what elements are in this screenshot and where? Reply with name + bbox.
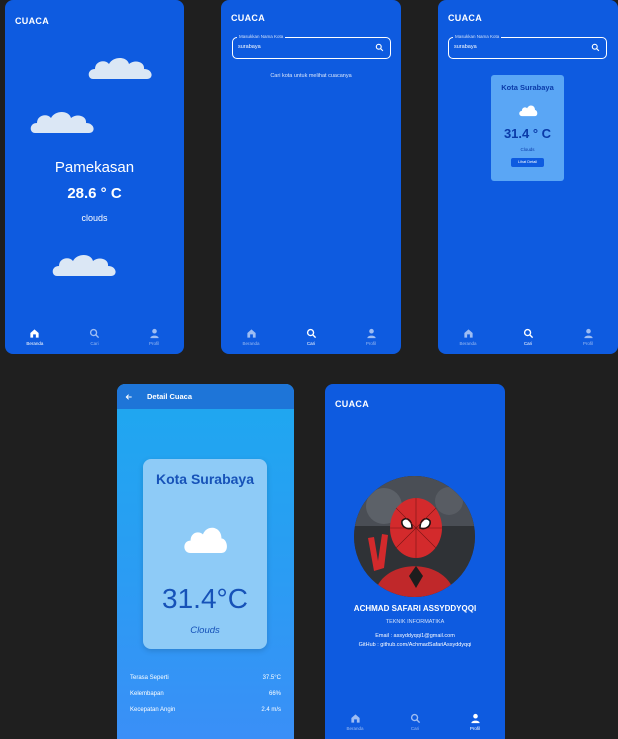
search-icon [306,328,316,339]
detail-title: Detail Cuaca [147,392,193,401]
nav-profile-label: Profil [149,341,160,346]
bottom-nav: Beranda Cari Profil [325,709,505,739]
nav-search[interactable]: Cari [395,709,435,731]
search-field-label: Masukkan Nama Kota [453,34,502,40]
person-icon [366,328,376,339]
cloud-icon [184,527,227,553]
nav-search[interactable]: Cari [74,324,114,346]
back-arrow-icon[interactable] [125,393,133,401]
nav-search-label: Cari [90,341,99,346]
nav-profile[interactable]: Profil [351,324,391,346]
home-screen: CUACA Pamekasan 28.6 ° C clouds Beranda … [5,0,184,354]
weather-result-card[interactable]: Kota Surabaya 31.4 ° C Clouds Lihat Deta… [491,75,564,181]
home-icon [30,329,39,338]
info-label: Kecepatan Angin [130,707,176,713]
detail-screen: Detail Cuaca Kota Surabaya 31.4°C Clouds… [117,384,294,739]
result-temperature: 31.4 ° C [503,126,552,141]
home-icon [246,329,256,338]
nav-profile[interactable]: Profil [134,324,174,346]
info-label: Terasa Seperti [130,675,169,681]
detail-weather-card: Kota Surabaya 31.4°C Clouds [143,459,267,649]
nav-profile-label: Profil [365,341,377,346]
profile-major: TEKNIK INFORMATIKA [385,619,445,625]
info-label: Kelembapan [130,691,164,697]
app-title: CUACA [335,399,369,409]
home-description: clouds [81,213,108,223]
nav-home[interactable]: Beranda [231,324,271,346]
detail-info-list: Terasa Seperti 37.5°C Kelembapan 66% Kec… [130,675,281,723]
profile-name: ACHMAD SAFARI ASSYDDYQQI [353,604,477,613]
profile-email: Email : assyddyqqi1@gmail.com [375,633,455,639]
nav-profile[interactable]: Profil [568,324,608,346]
search-icon [89,328,100,339]
detail-app-bar: Detail Cuaca [117,384,294,409]
nav-home-label: Beranda [346,726,364,731]
search-input-value[interactable]: surabaya [454,44,477,50]
info-row-feels-like: Terasa Seperti 37.5°C [130,675,281,691]
nav-home-label: Beranda [26,341,44,346]
info-value: 66% [268,691,281,697]
nav-search-label: Cari [306,341,316,346]
info-value: 37.5°C [262,675,281,681]
search-icon [410,713,420,724]
bottom-nav: Beranda Cari Profil [5,324,184,354]
nav-search-label: Cari [523,341,533,346]
detail-city: Kota Surabaya [155,471,255,487]
search-result-screen: CUACA Masukkan Nama Kota surabaya Kota S… [438,0,618,354]
cloud-icon [88,58,152,79]
search-screen: CUACA Masukkan Nama Kota surabaya Cari k… [221,0,401,354]
result-description: Clouds [520,147,535,152]
avatar [354,476,475,597]
profile-github[interactable]: GitHub : github.com/AchmadSafariAssyddyq… [325,642,505,648]
info-value: 2.4 m/s [261,707,281,713]
nav-search[interactable]: Cari [291,324,331,346]
bottom-nav: Beranda Cari Profil [438,324,618,354]
result-city: Kota Surabaya [501,83,554,92]
home-city: Pamekasan [54,159,135,176]
nav-home-label: Beranda [459,341,477,346]
detail-description: Clouds [190,625,220,636]
search-icon [523,328,533,339]
nav-profile[interactable]: Profil [455,709,495,731]
nav-home[interactable]: Beranda [448,324,488,346]
view-detail-button[interactable]: Lihat Detail [511,158,544,167]
bottom-nav: Beranda Cari Profil [221,324,401,354]
cloud-icon [519,105,538,117]
cloud-icon [30,112,94,133]
nav-home-label: Beranda [242,341,260,346]
city-search-field[interactable]: Masukkan Nama Kota surabaya [448,34,607,59]
home-icon [350,714,360,723]
person-icon [583,328,593,339]
app-title: CUACA [15,16,49,26]
nav-search-label: Cari [410,726,420,731]
person-icon [150,328,159,339]
nav-home[interactable]: Beranda [15,324,55,346]
detail-temperature: 31.4°C [162,583,248,614]
app-title: CUACA [231,13,265,23]
nav-profile-label: Profil [582,341,594,346]
nav-home[interactable]: Beranda [335,709,375,731]
search-field-label: Masukkan Nama Kota [237,34,286,40]
search-icon[interactable] [375,43,384,52]
nav-profile-label: Profil [469,726,481,731]
app-title: CUACA [448,13,482,23]
profile-screen: CUACA ACHMAD SAFARI ASSYDDYQQI TEKNIK IN… [325,384,505,739]
search-input-value[interactable]: surabaya [238,44,261,50]
avatar-image [354,476,475,597]
cloud-icon [52,255,116,276]
search-icon[interactable] [591,43,600,52]
info-row-wind-speed: Kecepatan Angin 2.4 m/s [130,707,281,723]
home-temperature: 28.6 ° C [67,185,122,202]
info-row-humidity: Kelembapan 66% [130,691,281,707]
city-search-field[interactable]: Masukkan Nama Kota surabaya [232,34,391,59]
search-hint: Cari kota untuk melihat cuacanya [270,73,352,79]
home-icon [463,329,473,338]
nav-search[interactable]: Cari [508,324,548,346]
person-icon [470,713,480,724]
